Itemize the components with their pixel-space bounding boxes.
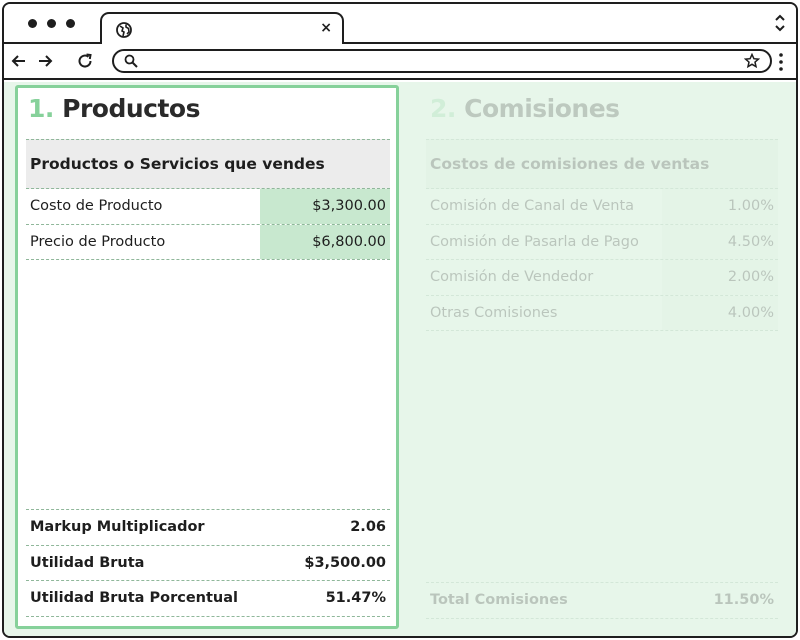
total-comisiones-label: Total Comisiones: [430, 592, 568, 609]
kebab-menu-icon[interactable]: [778, 52, 784, 72]
utilidad-porcentual-value: 51.47%: [325, 590, 386, 607]
utilidad-bruta-value: $3,500.00: [304, 554, 386, 571]
comision-vendedor-input[interactable]: 2.00%: [662, 260, 778, 295]
table-row: Utilidad Bruta Porcentual 51.47%: [26, 581, 390, 617]
markup-value: 2.06: [350, 519, 386, 536]
table-row: Costo de Producto $3,300.00: [26, 189, 390, 225]
utilidad-porcentual-label: Utilidad Bruta Porcentual: [30, 590, 238, 607]
comisiones-title: 2. Comisiones: [430, 94, 620, 123]
page-content: 1. Productos Productos o Servicios que v…: [4, 82, 796, 636]
utilidad-bruta-label: Utilidad Bruta: [30, 554, 145, 571]
table-row: Markup Multiplicador 2.06: [26, 510, 390, 546]
productos-table: Productos o Servicios que vendes Costo d…: [26, 139, 390, 260]
productos-step-number: 1.: [28, 94, 54, 123]
table-row: Comisión de Canal de Venta 1.00%: [426, 189, 778, 225]
tab-close-icon[interactable]: ×: [320, 18, 332, 38]
comision-pasarela-label: Comisión de Pasarla de Pago: [430, 233, 639, 250]
browser-tab[interactable]: ×: [100, 12, 344, 46]
precio-producto-label: Precio de Producto: [30, 233, 166, 250]
back-arrow-icon[interactable]: [10, 52, 28, 70]
comision-vendedor-label: Comisión de Vendedor: [430, 269, 594, 286]
window-dot-minimize[interactable]: [47, 19, 56, 28]
comisiones-table: Costos de comisiones de ventas Comisión …: [426, 139, 778, 331]
navigation-bar: [4, 44, 796, 80]
total-comisiones-value: 11.50%: [713, 592, 774, 609]
tab-list-chevron-icon[interactable]: [774, 12, 786, 34]
comisiones-step-number: 2.: [430, 94, 456, 123]
precio-producto-input[interactable]: $6,800.00: [260, 224, 390, 259]
browser-window: × 1. Productos Productos o Servicios que…: [2, 2, 798, 638]
reload-icon[interactable]: [76, 52, 94, 70]
table-row: Total Comisiones 11.50%: [426, 583, 778, 619]
comision-canal-label: Comisión de Canal de Venta: [430, 198, 635, 215]
productos-title: 1. Productos: [28, 94, 200, 123]
forward-arrow-icon[interactable]: [36, 52, 54, 70]
table-row: Otras Comisiones 4.00%: [426, 295, 778, 331]
costo-producto-label: Costo de Producto: [30, 198, 163, 215]
markup-label: Markup Multiplicador: [30, 519, 205, 536]
costo-producto-input[interactable]: $3,300.00: [260, 189, 390, 224]
title-bar: ×: [4, 4, 796, 46]
otras-comisiones-input[interactable]: 4.00%: [662, 295, 778, 330]
comisiones-panel: 2. Comisiones Costos de comisiones de ve…: [416, 85, 780, 629]
comisiones-section-header: Costos de comisiones de ventas: [426, 139, 778, 189]
table-row: Utilidad Bruta $3,500.00: [26, 546, 390, 581]
productos-summary: Markup Multiplicador 2.06 Utilidad Bruta…: [26, 509, 390, 617]
table-row: Comisión de Vendedor 2.00%: [426, 260, 778, 296]
window-dot-close[interactable]: [28, 19, 37, 28]
table-row: Precio de Producto $6,800.00: [26, 224, 390, 260]
comisiones-summary: Total Comisiones 11.50%: [426, 582, 778, 619]
comision-pasarela-input[interactable]: 4.50%: [662, 224, 778, 259]
bookmark-star-icon[interactable]: [744, 53, 760, 69]
productos-section-header: Productos o Servicios que vendes: [26, 139, 390, 189]
search-icon: [124, 54, 138, 68]
otras-comisiones-label: Otras Comisiones: [430, 304, 558, 321]
productos-title-text: Productos: [62, 94, 200, 123]
window-controls: [28, 19, 75, 28]
comisiones-title-text: Comisiones: [464, 94, 620, 123]
window-dot-maximize[interactable]: [66, 19, 75, 28]
address-bar[interactable]: [112, 49, 772, 73]
table-row: Comisión de Pasarla de Pago 4.50%: [426, 224, 778, 260]
comision-canal-input[interactable]: 1.00%: [662, 189, 778, 224]
productos-card: 1. Productos Productos o Servicios que v…: [15, 85, 399, 629]
globe-icon: [116, 22, 132, 38]
